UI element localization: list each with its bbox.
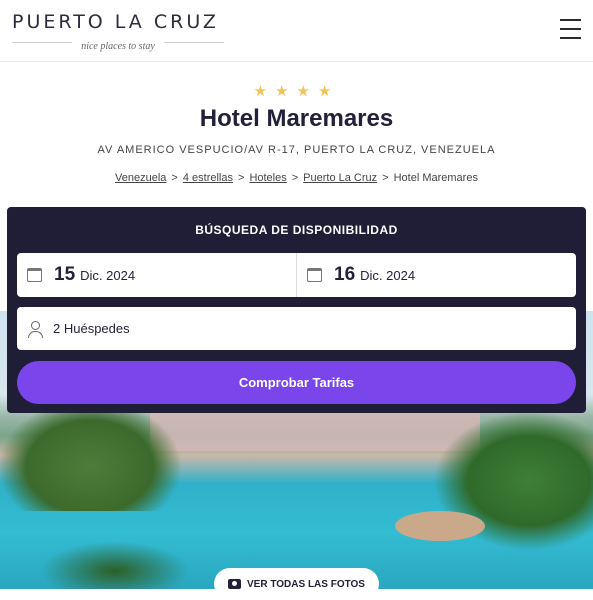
checkin-month: Dic. 2024 — [80, 267, 136, 283]
check-rates-button[interactable]: Comprobar Tarifas — [17, 361, 576, 404]
camera-icon — [228, 579, 241, 589]
hotel-name: Hotel Maremares — [199, 105, 394, 132]
checkout-date-field[interactable]: 16 Dic. 2024 — [296, 253, 576, 297]
guests-value: 2 Huéspedes — [53, 321, 130, 336]
breadcrumb-link-city[interactable]: Puerto La Cruz — [303, 172, 377, 184]
hotel-address: AV AMERICO VESPUCIO/AV R-17, PUERTO LA C… — [97, 144, 496, 156]
calendar-icon — [27, 268, 42, 282]
breadcrumb-link-venezuela[interactable]: Venezuela — [115, 172, 166, 184]
person-icon — [27, 320, 43, 338]
breadcrumb-current: Hotel Maremares — [393, 172, 478, 184]
breadcrumb-separator: > — [291, 172, 299, 184]
breadcrumb-separator: > — [171, 172, 178, 184]
checkout-day: 16 — [334, 264, 356, 285]
logo-tagline-wrap: nice places to stay — [12, 36, 224, 52]
logo-title: PUERTO LA CRUZ — [12, 11, 219, 33]
star-rating: ★★★★ — [253, 83, 340, 100]
calendar-icon — [307, 268, 322, 282]
checkout-month: Dic. 2024 — [360, 267, 416, 283]
checkin-day: 15 — [54, 264, 76, 285]
site-header: PUERTO LA CRUZ nice places to stay — [0, 0, 593, 62]
breadcrumb-link-stars[interactable]: 4 estrellas — [183, 172, 233, 184]
guests-field[interactable]: 2 Huéspedes — [17, 307, 576, 350]
search-title: BÚSQUEDA DE DISPONIBILIDAD — [195, 223, 398, 237]
availability-search-panel: BÚSQUEDA DE DISPONIBILIDAD 15 Dic. 2024 … — [7, 207, 586, 413]
breadcrumb-separator: > — [238, 172, 245, 184]
breadcrumb: Venezuela >4 estrellas > Hoteles > Puerto La … — [0, 172, 593, 184]
date-range: 15 Dic. 2024 16 Dic. 2024 — [17, 253, 576, 297]
logo[interactable]: PUERTO LA CRUZ nice places to stay — [12, 11, 224, 52]
breadcrumb-separator: > — [382, 172, 389, 184]
breadcrumb-link-hotels[interactable]: Hoteles — [249, 172, 286, 184]
checkin-date-field[interactable]: 15 Dic. 2024 — [17, 253, 296, 297]
logo-tagline: nice places to stay — [81, 41, 155, 52]
hamburger-menu-icon[interactable] — [560, 19, 581, 40]
view-all-photos-label: VER TODAS LAS FOTOS — [247, 578, 365, 590]
view-all-photos-button[interactable]: VER TODAS LAS FOTOS — [214, 568, 379, 600]
